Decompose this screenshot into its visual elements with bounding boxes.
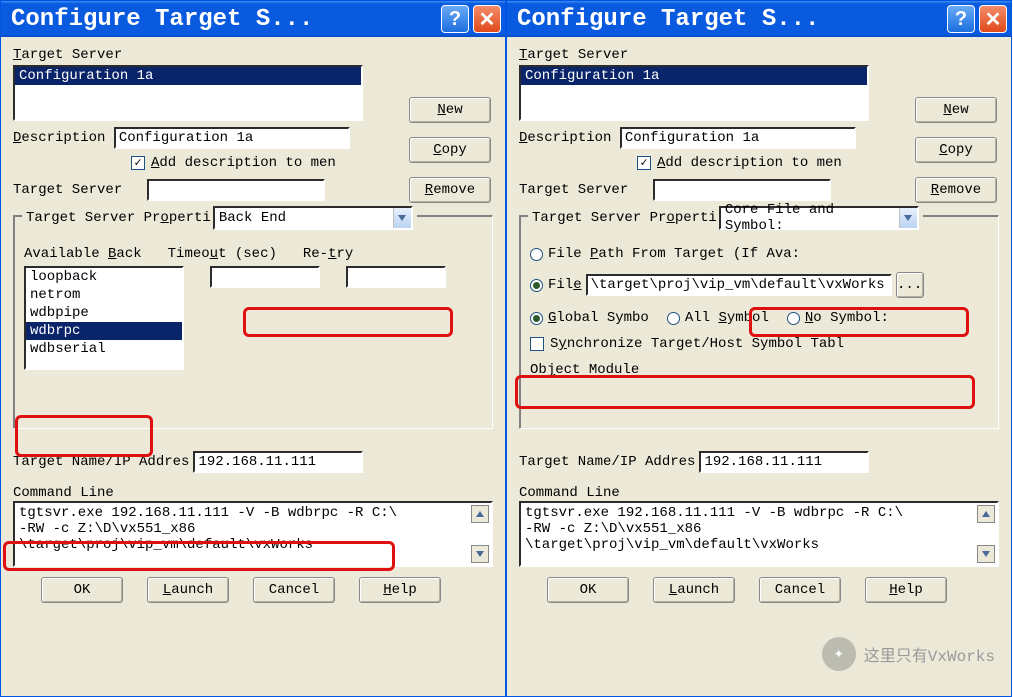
radio-all-symbol[interactable] (667, 312, 680, 325)
remove-button[interactable]: Remove (409, 177, 491, 203)
tsp-legend-label: Target Server Properti (532, 210, 717, 226)
titlebar[interactable]: Configure Target S... ? ✕ (507, 1, 1011, 37)
command-line-text: tgtsvr.exe 192.168.11.111 -V -B wdbrpc -… (525, 505, 903, 553)
add-desc-label: Add description to men (657, 155, 842, 171)
command-line-text: tgtsvr.exe 192.168.11.111 -V -B wdbrpc -… (19, 505, 397, 553)
description-label: Description (13, 130, 114, 146)
radio-global-symbol[interactable] (530, 312, 543, 325)
timeout-label: Timeout (sec) (168, 246, 277, 262)
launch-button[interactable]: Launch (653, 577, 735, 603)
sync-checkbox[interactable] (530, 337, 544, 351)
add-desc-checkbox[interactable]: ✓ (131, 156, 145, 170)
file-path-input[interactable]: \target\proj\vip_vm\default\vxWorks (586, 274, 892, 296)
browse-button[interactable]: ... (896, 272, 924, 298)
all-symbol-label: All Symbol (685, 310, 769, 326)
config-listbox[interactable]: Configuration 1a (519, 65, 869, 121)
retry-label: Re-try (303, 246, 353, 262)
add-desc-label: Add description to men (151, 155, 336, 171)
command-line-label: Command Line (13, 485, 493, 501)
backend-item-wdbpipe[interactable]: wdbpipe (26, 304, 182, 322)
no-symbol-label: No Symbol: (805, 310, 889, 326)
command-line-box[interactable]: tgtsvr.exe 192.168.11.111 -V -B wdbrpc -… (13, 501, 493, 567)
help-titlebar-button[interactable]: ? (441, 5, 469, 33)
target-server-name-label: Target Server (13, 182, 147, 198)
backend-item-wdbrpc[interactable]: wdbrpc (26, 322, 182, 340)
target-ip-label: Target Name/IP Addres (13, 454, 189, 470)
scroll-up-icon[interactable] (977, 505, 995, 523)
scroll-up-icon[interactable] (471, 505, 489, 523)
watermark-text: 这里只有VxWorks (864, 642, 995, 666)
tsp-combo-value: Back End (219, 210, 286, 226)
target-ip-input[interactable]: 192.168.11.111 (699, 451, 869, 473)
titlebar[interactable]: Configure Target S... ? ✕ (1, 1, 505, 37)
file-from-target-label: File Path From Target (If Ava: (548, 246, 800, 262)
target-server-name-label: Target Server (519, 182, 653, 198)
tsp-fieldset: Target Server Properti Core File and Sym… (519, 215, 999, 429)
available-back-listbox[interactable]: loopback netrom wdbpipe wdbrpc wdbserial (24, 266, 184, 370)
command-line-box[interactable]: tgtsvr.exe 192.168.11.111 -V -B wdbrpc -… (519, 501, 999, 567)
backend-item-wdbserial[interactable]: wdbserial (26, 340, 182, 358)
target-ip-label: Target Name/IP Addres (519, 454, 695, 470)
chevron-down-icon[interactable] (393, 208, 411, 228)
command-line-label: Command Line (519, 485, 999, 501)
backend-item-loopback[interactable]: loopback (26, 268, 182, 286)
available-back-label: Available Back (24, 246, 142, 262)
description-label: Description (519, 130, 620, 146)
description-input[interactable]: Configuration 1a (114, 127, 350, 149)
cancel-button[interactable]: Cancel (759, 577, 841, 603)
window-title: Configure Target S... (517, 6, 943, 33)
tsp-combo-value: Core File and Symbol: (725, 202, 899, 234)
radio-no-symbol[interactable] (787, 312, 800, 325)
description-input[interactable]: Configuration 1a (620, 127, 856, 149)
radio-file-from-target[interactable] (530, 248, 543, 261)
new-button[interactable]: New (409, 97, 491, 123)
add-desc-checkbox[interactable]: ✓ (637, 156, 651, 170)
new-button[interactable]: New (915, 97, 997, 123)
target-server-label: Target Server (519, 47, 999, 63)
window-title: Configure Target S... (11, 6, 437, 33)
help-button[interactable]: Help (359, 577, 441, 603)
tsp-combo[interactable]: Core File and Symbol: (719, 206, 919, 230)
wechat-icon: ✦ (822, 637, 856, 671)
tsp-legend-label: Target Server Properti (26, 210, 211, 226)
close-titlebar-button[interactable]: ✕ (473, 5, 501, 33)
dialog-right: Configure Target S... ? ✕ Target Server … (506, 0, 1012, 697)
config-list-item[interactable]: Configuration 1a (15, 67, 361, 85)
backend-item-netrom[interactable]: netrom (26, 286, 182, 304)
scroll-down-icon[interactable] (471, 545, 489, 563)
target-ip-input[interactable]: 192.168.11.111 (193, 451, 363, 473)
help-button[interactable]: Help (865, 577, 947, 603)
radio-file[interactable] (530, 279, 543, 292)
timeout-input[interactable] (210, 266, 320, 288)
dialog-left: Configure Target S... ? ✕ Target Server … (0, 0, 506, 697)
remove-button[interactable]: Remove (915, 177, 997, 203)
file-label: File (548, 277, 582, 293)
retry-input[interactable] (346, 266, 446, 288)
config-listbox[interactable]: Configuration 1a (13, 65, 363, 121)
close-titlebar-button[interactable]: ✕ (979, 5, 1007, 33)
launch-button[interactable]: Launch (147, 577, 229, 603)
config-list-item[interactable]: Configuration 1a (521, 67, 867, 85)
copy-button[interactable]: Copy (915, 137, 997, 163)
chevron-down-icon[interactable] (899, 208, 917, 228)
copy-button[interactable]: Copy (409, 137, 491, 163)
watermark: ✦ 这里只有VxWorks (822, 637, 995, 671)
global-symbol-label: Global Symbo (548, 310, 649, 326)
help-titlebar-button[interactable]: ? (947, 5, 975, 33)
tsp-fieldset: Target Server Properti Back End Availabl… (13, 215, 493, 429)
ok-button[interactable]: OK (547, 577, 629, 603)
object-module-label: Object Module (530, 362, 639, 378)
sync-label: Synchronize Target/Host Symbol Tabl (550, 336, 844, 352)
tsp-combo[interactable]: Back End (213, 206, 413, 230)
cancel-button[interactable]: Cancel (253, 577, 335, 603)
target-server-name-input[interactable] (653, 179, 831, 201)
scroll-down-icon[interactable] (977, 545, 995, 563)
ok-button[interactable]: OK (41, 577, 123, 603)
target-server-label: Target Server (13, 47, 493, 63)
target-server-name-input[interactable] (147, 179, 325, 201)
